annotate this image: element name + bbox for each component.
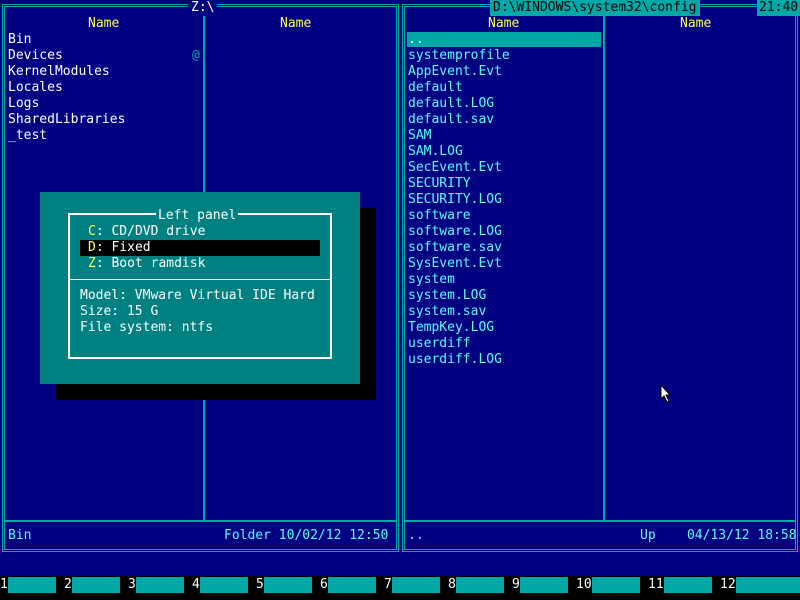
right-file-item-selected[interactable]: .. bbox=[407, 32, 601, 47]
right-file-item[interactable]: SAM.LOG bbox=[408, 144, 463, 160]
right-panel-status-divider bbox=[405, 520, 795, 522]
dialog-separator bbox=[68, 279, 332, 280]
function-key-number: 10 bbox=[576, 577, 592, 592]
right-file-item[interactable]: SecEvent.Evt bbox=[408, 160, 502, 176]
drive-letter: C bbox=[88, 224, 96, 239]
drive-filesystem: File system: ntfs bbox=[80, 320, 214, 335]
function-key-number: 5 bbox=[256, 577, 264, 592]
left-panel-status-divider bbox=[5, 520, 396, 522]
drive-letter: D bbox=[88, 240, 96, 255]
right-file-item[interactable]: software.sav bbox=[408, 240, 502, 256]
function-key-number: 3 bbox=[128, 577, 136, 592]
drive-letter: Z bbox=[88, 256, 96, 271]
function-key-button-3[interactable] bbox=[136, 577, 184, 593]
right-file-item[interactable]: userdiff bbox=[408, 336, 471, 352]
dialog-title: Left panel bbox=[156, 208, 239, 224]
right-file-item[interactable]: userdiff.LOG bbox=[408, 352, 502, 368]
right-file-item[interactable]: SAM bbox=[408, 128, 431, 144]
devices-marker: @ bbox=[192, 48, 200, 63]
drive-label: : Fixed bbox=[95, 240, 151, 255]
function-key-button-5[interactable] bbox=[264, 577, 312, 593]
right-panel-path: D:\WINDOWS\system32\config bbox=[490, 0, 700, 16]
function-key-number: 8 bbox=[448, 577, 456, 592]
left-panel-col1-header[interactable]: Name bbox=[88, 16, 119, 32]
left-status-info: Folder 10/02/12 12:50 bbox=[224, 528, 389, 543]
function-key-number: 4 bbox=[192, 577, 200, 592]
function-key-button-7[interactable] bbox=[392, 577, 440, 593]
function-key-number: 9 bbox=[512, 577, 520, 592]
drive-label: : Boot ramdisk bbox=[95, 256, 206, 271]
right-file-item[interactable]: system.sav bbox=[408, 304, 486, 320]
right-file-item[interactable]: software.LOG bbox=[408, 224, 502, 240]
right-file-item[interactable]: SysEvent.Evt bbox=[408, 256, 502, 272]
left-panel-path: Z:\ bbox=[188, 0, 218, 16]
left-file-item[interactable]: SharedLibraries bbox=[8, 112, 125, 128]
function-key-button-9[interactable] bbox=[520, 577, 568, 593]
function-key-button-8[interactable] bbox=[456, 577, 504, 593]
left-file-item[interactable]: Logs bbox=[8, 96, 39, 112]
function-key-button-11[interactable] bbox=[664, 577, 712, 593]
function-key-button-2[interactable] bbox=[72, 577, 120, 593]
left-panel-col2-header[interactable]: Name bbox=[280, 16, 311, 32]
left-file-item[interactable]: Bin bbox=[8, 32, 31, 48]
drive-option-z[interactable]: Z: Boot ramdisk bbox=[80, 256, 320, 272]
left-file-item[interactable]: Devices bbox=[8, 48, 63, 64]
function-key-number: 6 bbox=[320, 577, 328, 592]
right-file-item[interactable]: system.LOG bbox=[408, 288, 486, 304]
function-key-number: 11 bbox=[648, 577, 664, 592]
clock: 21:40 bbox=[757, 0, 800, 16]
left-file-item[interactable]: Locales bbox=[8, 80, 63, 96]
function-key-button-12[interactable] bbox=[736, 577, 800, 593]
drive-option-c[interactable]: C: CD/DVD drive bbox=[80, 224, 320, 240]
right-file-item[interactable]: systemprofile bbox=[408, 48, 510, 64]
right-file-item[interactable]: software bbox=[408, 208, 471, 224]
right-panel-col2-header[interactable]: Name bbox=[680, 16, 711, 32]
right-file-item[interactable]: SECURITY.LOG bbox=[408, 192, 502, 208]
left-status-name: Bin bbox=[8, 528, 32, 543]
right-file-item[interactable]: default bbox=[408, 80, 463, 96]
left-file-item[interactable]: _test bbox=[8, 128, 47, 144]
right-file-item[interactable]: default.LOG bbox=[408, 96, 494, 112]
drive-label: : CD/DVD drive bbox=[95, 224, 206, 239]
function-key-number: 7 bbox=[384, 577, 392, 592]
right-file-item[interactable]: AppEvent.Evt bbox=[408, 64, 502, 80]
function-key-number: 2 bbox=[64, 577, 72, 592]
function-key-button-6[interactable] bbox=[328, 577, 376, 593]
drive-model: Model: VMware Virtual IDE Hard bbox=[80, 288, 315, 303]
left-file-item[interactable]: KernelModules bbox=[8, 64, 110, 80]
right-panel-column-divider bbox=[603, 10, 605, 520]
drive-size: Size: 15 G bbox=[80, 304, 159, 319]
function-key-button-1[interactable] bbox=[8, 577, 56, 593]
function-key-button-10[interactable] bbox=[592, 577, 640, 593]
drive-option-d[interactable]: D: Fixed bbox=[80, 240, 320, 256]
right-panel-col1-header[interactable]: Name bbox=[488, 16, 519, 32]
mouse-pointer-icon bbox=[660, 384, 672, 403]
right-file-item[interactable]: system bbox=[408, 272, 455, 288]
right-status-name: .. bbox=[408, 528, 424, 543]
right-file-item[interactable]: default.sav bbox=[408, 112, 494, 128]
function-key-number: 12 bbox=[720, 577, 736, 592]
right-file-item[interactable]: SECURITY bbox=[408, 176, 471, 192]
function-key-number: 1 bbox=[0, 577, 8, 592]
right-status-info: Up 04/13/12 18:58 bbox=[640, 528, 797, 543]
right-file-item[interactable]: TempKey.LOG bbox=[408, 320, 494, 336]
function-key-button-4[interactable] bbox=[200, 577, 248, 593]
